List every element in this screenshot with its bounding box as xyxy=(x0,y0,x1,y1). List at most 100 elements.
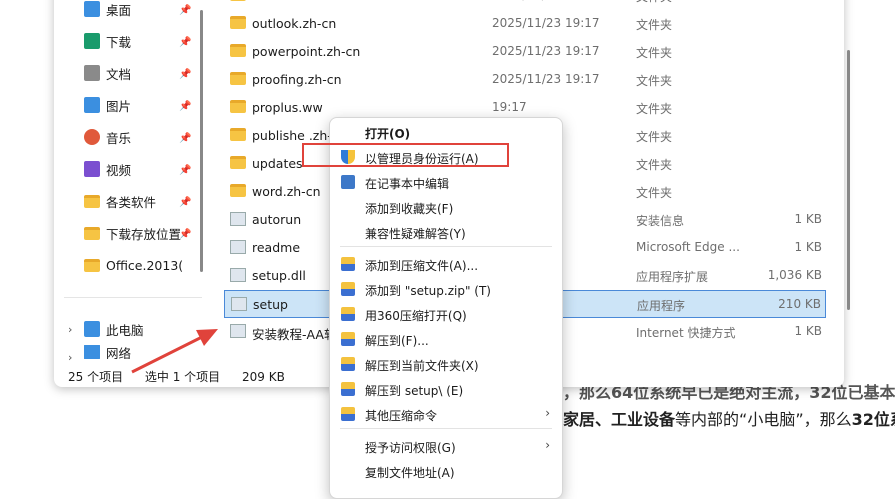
file-name: 安装教程-AA软 xyxy=(252,327,337,342)
menu-item-label: 复制文件地址(A) xyxy=(365,466,455,480)
sidebar-item-label: 桌面 xyxy=(106,2,132,18)
file-type: 文件夹 xyxy=(636,102,673,116)
file-name: word.zh-cn xyxy=(252,184,321,199)
sidebar-item-download-location[interactable]: 下载存放位置 xyxy=(84,221,181,245)
file-icon xyxy=(230,324,246,338)
chevron-right-icon: › xyxy=(545,406,550,420)
file-name: readme xyxy=(252,240,301,255)
file-icon xyxy=(230,212,246,226)
file-type: 文件夹 xyxy=(636,46,673,60)
navigation-pane: 桌面 📌 下载 📌 文档 📌 图片 📌 音乐 📌 视频 📌 各类软件 📌 下载存… xyxy=(54,0,203,364)
pin-icon[interactable]: 📌 xyxy=(179,197,191,208)
file-type: Microsoft Edge ... xyxy=(636,240,740,254)
file-icon xyxy=(230,240,246,254)
file-size: 1,036 KB xyxy=(767,268,822,282)
menu-item[interactable]: 授予访问权限(G) › xyxy=(330,434,562,459)
chevron-right-icon[interactable]: › xyxy=(68,351,72,364)
music-icon xyxy=(84,129,100,145)
file-type: 文件夹 xyxy=(636,18,673,32)
file-type: 文件夹 xyxy=(636,0,672,5)
menu-item[interactable]: 解压到(F)... xyxy=(330,327,562,352)
sidebar-item-desktop[interactable]: 桌面 xyxy=(84,0,131,21)
sidebar-item-pictures[interactable]: 图片 xyxy=(84,93,131,117)
file-name: osmux.zh-cn xyxy=(252,0,331,3)
file-type: Internet 快捷方式 xyxy=(636,326,736,340)
pin-icon[interactable]: 📌 xyxy=(179,133,191,144)
file-date: 19:17 xyxy=(492,100,527,114)
folder-icon xyxy=(230,44,246,57)
menu-item[interactable]: 添加到 "setup.zip" (T) xyxy=(330,277,562,302)
sidebar-item-label: 各类软件 xyxy=(106,194,157,210)
file-row[interactable]: outlook.zh-cn 2025/11/23 19:17 文件夹 xyxy=(224,10,826,38)
menu-item[interactable]: 兼容性疑难解答(Y) xyxy=(330,220,562,245)
sidebar-item-videos[interactable]: 视频 xyxy=(84,157,131,181)
sidebar-item-network[interactable]: 网络 xyxy=(84,345,131,359)
menu-item-label: 添加到压缩文件(A)... xyxy=(365,259,479,273)
menu-item[interactable]: 其他压缩命令 › xyxy=(330,402,562,427)
menu-item[interactable]: 解压到 setup\ (E) xyxy=(330,377,562,402)
sidebar-item-office[interactable]: Office.2013( xyxy=(84,253,183,277)
menu-item[interactable]: 打开(O) xyxy=(330,120,562,145)
picture-icon xyxy=(84,97,100,113)
sidebar-item-downloads[interactable]: 下载 xyxy=(84,29,131,53)
sidebar-item-documents[interactable]: 文档 xyxy=(84,61,131,85)
menu-item[interactable]: 在记事本中编辑 xyxy=(330,170,562,195)
menu-item-label: 解压到(F)... xyxy=(365,334,429,348)
archive-icon xyxy=(341,307,355,321)
file-row[interactable]: powerpoint.zh-cn 2025/11/23 19:17 文件夹 xyxy=(224,38,826,66)
sidebar-item-software[interactable]: 各类软件 xyxy=(84,189,156,213)
menu-item-label: 添加到收藏夹(F) xyxy=(365,202,454,216)
file-name: proplus.ww xyxy=(252,100,323,115)
folder-icon xyxy=(84,194,100,208)
menu-item-label: 解压到当前文件夹(X) xyxy=(365,359,479,373)
pin-icon[interactable]: 📌 xyxy=(179,5,191,16)
pin-icon[interactable]: 📌 xyxy=(179,229,191,240)
menu-item[interactable]: 解压到当前文件夹(X) xyxy=(330,352,562,377)
file-name: publishe .zh- xyxy=(252,128,332,143)
menu-item[interactable]: 复制文件地址(A) xyxy=(330,459,562,484)
file-type: 文件夹 xyxy=(636,130,673,144)
sidebar-item-this-pc[interactable]: 此电脑 xyxy=(84,317,144,341)
pin-icon[interactable]: 📌 xyxy=(179,165,191,176)
menu-item-label: 授予访问权限(G) xyxy=(365,441,456,455)
archive-icon xyxy=(341,332,355,346)
desktop-icon xyxy=(84,1,100,17)
document-icon xyxy=(84,65,100,81)
sidebar-item-label: 下载 xyxy=(106,34,132,50)
pin-icon[interactable]: 📌 xyxy=(179,101,191,112)
pin-icon[interactable]: 📌 xyxy=(179,69,191,80)
file-name: updates xyxy=(252,156,303,171)
sidebar-scrollbar[interactable] xyxy=(200,10,203,272)
menu-item[interactable]: 用360压缩打开(Q) xyxy=(330,302,562,327)
file-date: 2025/11/23 19:17 xyxy=(492,0,600,2)
selection-count: 选中 1 个项目 xyxy=(144,370,221,384)
file-type: 文件夹 xyxy=(636,158,673,172)
folder-icon xyxy=(230,128,246,141)
selection-size: 209 KB xyxy=(242,370,285,384)
file-name: outlook.zh-cn xyxy=(252,16,337,31)
file-row[interactable]: osmux.zh-cn 2025/11/23 19:17 文件夹 xyxy=(224,0,826,10)
chevron-right-icon[interactable]: › xyxy=(68,323,72,336)
archive-icon xyxy=(341,357,355,371)
divider xyxy=(64,297,202,298)
archive-icon xyxy=(341,407,355,421)
sidebar-item-label: Office.2013( xyxy=(106,257,184,273)
archive-icon xyxy=(341,382,355,396)
pin-icon[interactable]: 📌 xyxy=(179,37,191,48)
sidebar-item-label: 此电脑 xyxy=(106,322,144,338)
folder-icon xyxy=(230,0,246,1)
menu-item-label: 打开(O) xyxy=(365,127,411,141)
folder-icon xyxy=(230,72,246,85)
file-size: 1 KB xyxy=(794,324,822,338)
file-row[interactable]: proofing.zh-cn 2025/11/23 19:17 文件夹 xyxy=(224,66,826,94)
sidebar-item-music[interactable]: 音乐 xyxy=(84,125,131,149)
file-icon xyxy=(231,297,247,311)
notepad-icon xyxy=(341,175,355,189)
menu-item-label: 在记事本中编辑 xyxy=(365,177,450,191)
sidebar-item-label: 网络 xyxy=(106,345,132,360)
file-date: 2025/11/23 19:17 xyxy=(492,72,600,86)
file-list-scrollbar[interactable] xyxy=(847,50,850,310)
menu-item[interactable]: 添加到收藏夹(F) xyxy=(330,195,562,220)
menu-item[interactable]: 添加到压缩文件(A)... xyxy=(330,252,562,277)
item-count: 25 个项目 xyxy=(68,370,124,384)
